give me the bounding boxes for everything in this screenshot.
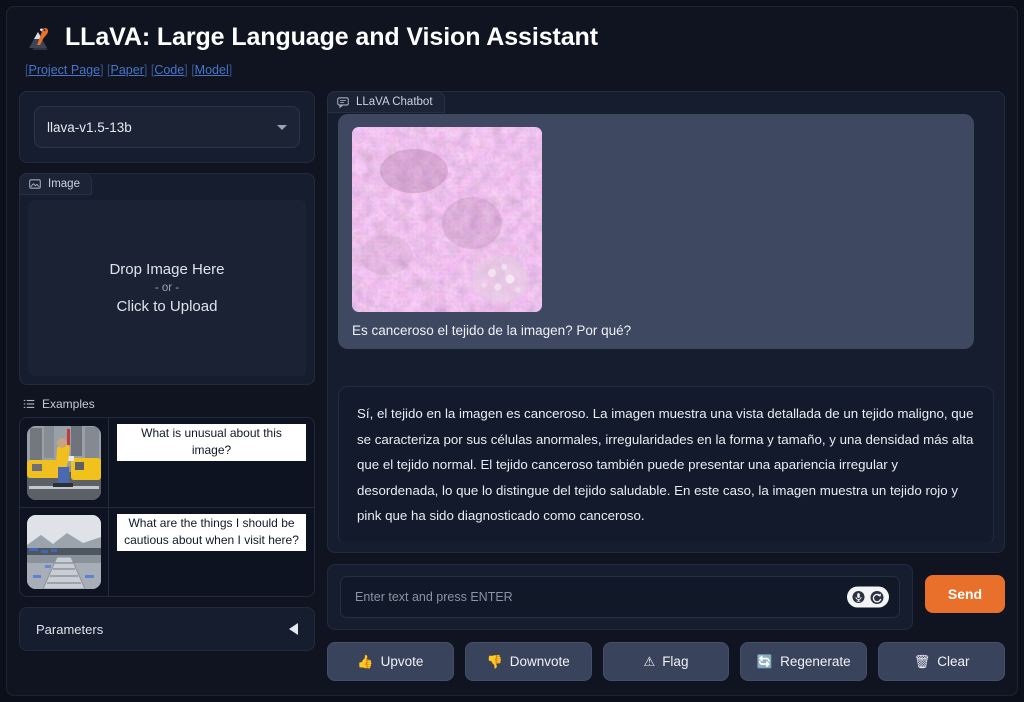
image-icon [29,178,41,190]
main-columns: llava-v1.5-13b Image Drop Image Here - o… [7,77,1017,681]
upvote-label: Upvote [380,654,424,669]
sidebar: llava-v1.5-13b Image Drop Image Here - o… [19,91,315,677]
model-select-value: llava-v1.5-13b [47,119,132,135]
example-row-2[interactable]: What are the things I should be cautious… [20,507,314,596]
link-code[interactable]: Code [154,63,184,77]
refresh-circle-icon[interactable] [870,590,884,604]
dropzone-upload-label: Click to Upload [116,298,218,315]
regenerate-button[interactable]: 🔄 Regenerate [740,642,868,681]
chat-input-row: Send [327,564,1005,630]
input-tools-pill [847,586,889,608]
link-project-page[interactable]: Project Page [28,63,100,77]
chat-message-assistant: Sí, el tejido en la imagen es canceroso.… [338,386,994,542]
chat-panel: LLaVA Chatbot Es canceroso el tejido de … [327,91,1005,553]
tab-image[interactable]: Image [19,173,92,195]
upvote-button[interactable]: 👍 Upvote [327,642,454,681]
trash-icon: 🗑 [913,653,931,669]
parameters-accordion[interactable]: Parameters [19,607,315,651]
title-row: LLaVA: Large Language and Vision Assista… [25,23,999,53]
app-window: LLaVA: Large Language and Vision Assista… [6,6,1018,696]
microphone-icon[interactable] [852,590,865,604]
examples-header-label: Examples [42,397,95,411]
downvote-button[interactable]: 👎 Downvote [464,642,592,681]
bracket: ] [228,63,233,77]
header-links: [Project Page] [Paper] [Code] [Model] [25,63,999,77]
triangle-left-icon [289,623,298,635]
link-paper[interactable]: Paper [111,63,144,77]
clear-label: Clear [937,654,970,669]
example-caption: What are the things I should be cautious… [117,514,306,551]
taxi-street-thumbnail [27,425,101,500]
example-thumb-cell [20,418,109,507]
llama-volcano-icon [25,23,55,53]
dropzone-or: - or - [154,282,180,294]
tab-image-label: Image [48,178,80,190]
example-caption-cell: What are the things I should be cautious… [109,508,314,596]
flag-button[interactable]: ⚠ Flag [602,642,730,681]
chat-message-list[interactable]: Es canceroso el tejido de la imagen? Por… [338,114,994,542]
image-dropzone[interactable]: Drop Image Here - or - Click to Upload [28,200,306,376]
example-row-1[interactable]: What is unusual about this image? [20,418,314,507]
model-select[interactable]: llava-v1.5-13b [34,106,300,148]
chat-action-bar: 👍 Upvote 👎 Downvote ⚠ Flag 🔄 Regenerate … [327,642,1005,681]
example-caption: What is unusual about this image? [117,424,306,461]
chat-textbox[interactable] [340,576,900,618]
page-title: LLaVA: Large Language and Vision Assista… [65,23,598,52]
parameters-label: Parameters [36,621,104,637]
refresh-icon: 🔄 [756,653,774,669]
chat-input-shell [327,564,913,630]
model-selector-panel: llava-v1.5-13b [19,91,315,163]
chevron-down-icon [277,124,287,130]
link-model[interactable]: Model [195,63,229,77]
chat-user-text: Es canceroso el tejido de la imagen? Por… [352,323,632,338]
send-button[interactable]: Send [925,575,1005,613]
example-caption-cell: What is unusual about this image? [109,418,314,507]
examples-header: Examples [23,397,315,411]
examples-table: What is unusual about this image? What a… [19,417,315,597]
bracket: ] [100,63,104,77]
examples-section: Examples What is unusual about this imag… [19,395,315,597]
lake-dock-thumbnail [27,515,101,589]
chat-bubble-icon [337,96,349,108]
chat-input[interactable] [353,589,887,605]
bracket: ] [184,63,188,77]
downvote-label: Downvote [509,654,570,669]
thumbs-up-icon: 👍 [357,653,374,669]
clear-button[interactable]: 🗑 Clear [878,642,1005,681]
chat-column: LLaVA Chatbot Es canceroso el tejido de … [327,91,1005,681]
example-thumb-cell [20,508,109,596]
tab-llava-chatbot-label: LLaVA Chatbot [356,96,433,108]
regenerate-label: Regenerate [780,654,851,669]
image-upload-panel: Image Drop Image Here - or - Click to Up… [19,173,315,385]
histology-tissue-image[interactable] [352,127,542,312]
dropzone-title: Drop Image Here [109,261,225,278]
warning-triangle-icon: ⚠ [643,653,656,669]
tab-llava-chatbot[interactable]: LLaVA Chatbot [327,91,445,113]
thumbs-down-icon: 👎 [486,653,503,669]
list-icon [23,398,35,410]
page-header: LLaVA: Large Language and Vision Assista… [7,7,1017,77]
chat-message-user: Es canceroso el tejido de la imagen? Por… [338,114,975,349]
flag-label: Flag [662,654,689,669]
bracket: ] [143,63,148,77]
